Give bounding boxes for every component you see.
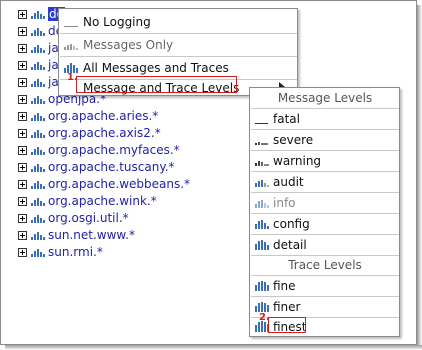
menu-item-all-messages-traces[interactable]: All Messages and Traces (60, 57, 297, 78)
log-level-icon (30, 93, 46, 105)
expand-icon[interactable] (18, 179, 27, 189)
expand-icon[interactable] (18, 26, 27, 36)
tree-row[interactable]: org.apache.axis2.* (18, 125, 161, 141)
highlight-box-1 (76, 76, 237, 93)
tree-row[interactable]: ja (18, 74, 59, 90)
menu-item-label: Messages Only (83, 37, 174, 52)
level-item-severe[interactable]: severe (251, 130, 399, 150)
frame-shadow-bottom (5, 345, 422, 350)
level-label: detail (273, 238, 307, 252)
log-level-icon (30, 59, 46, 71)
tree-row[interactable]: org.apache.webbeans.* (18, 176, 190, 192)
log-level-icon (30, 246, 46, 258)
info-level-icon (254, 197, 270, 209)
warning-level-icon (254, 155, 270, 167)
menu-item-label: All Messages and Traces (83, 60, 229, 75)
expand-icon[interactable] (18, 94, 27, 104)
expand-icon[interactable] (18, 111, 27, 121)
highlight-box-2 (268, 317, 306, 333)
tree-row[interactable]: ja (18, 57, 59, 73)
tree-row[interactable]: org.osgi.util.* (18, 210, 129, 226)
expand-icon[interactable] (18, 247, 27, 257)
fatal-level-icon (254, 113, 270, 125)
tree-row[interactable]: org.apache.aries.* (18, 108, 158, 124)
log-level-icon (30, 144, 46, 156)
level-item-finer[interactable]: finer (251, 297, 399, 317)
tree-item-label[interactable]: sun.net.www.* (48, 228, 135, 242)
level-label: severe (273, 133, 314, 147)
level-label: fine (273, 279, 296, 293)
tree-item-label[interactable]: org.apache.wink.* (48, 194, 157, 208)
log-level-icon (30, 127, 46, 139)
expand-icon[interactable] (18, 128, 27, 138)
log-level-icon (30, 8, 46, 20)
level-item-warning[interactable]: warning (251, 151, 399, 171)
log-level-icon (30, 229, 46, 241)
menu-item-no-logging[interactable]: No Logging (60, 11, 297, 32)
expand-icon[interactable] (18, 162, 27, 172)
message-levels-header: Message Levels (277, 91, 373, 105)
expand-icon[interactable] (18, 213, 27, 223)
messages-only-icon (63, 39, 79, 51)
log-level-icon (30, 76, 46, 88)
level-label: fatal (273, 112, 300, 126)
tree-row[interactable]: org.apache.wink.* (18, 193, 157, 209)
expand-icon[interactable] (18, 77, 27, 87)
level-item-detail[interactable]: detail (251, 235, 399, 255)
expand-icon[interactable] (18, 145, 27, 155)
menu-item-messages-only[interactable]: Messages Only (60, 34, 297, 55)
level-item-config[interactable]: config (251, 214, 399, 234)
tree-row[interactable]: org.apache.myfaces.* (18, 142, 180, 158)
level-item-info[interactable]: info (251, 193, 399, 213)
tree-item-label[interactable]: org.apache.aries.* (48, 109, 158, 123)
menu-item-label: No Logging (83, 14, 151, 29)
no-logging-icon (63, 16, 79, 28)
tree-row[interactable]: ja (18, 40, 59, 56)
frame-shadow-right (417, 5, 422, 350)
level-item-fine[interactable]: fine (251, 276, 399, 296)
tree-row[interactable]: sun.rmi.* (18, 244, 103, 260)
audit-level-icon (254, 176, 270, 188)
level-label: audit (273, 175, 304, 189)
expand-icon[interactable] (18, 60, 27, 70)
tree-row[interactable]: org.apache.tuscany.* (18, 159, 175, 175)
trace-levels-header: Trace Levels (288, 258, 362, 272)
expand-icon[interactable] (18, 43, 27, 53)
level-item-fatal[interactable]: fatal (251, 109, 399, 129)
expand-icon[interactable] (18, 230, 27, 240)
level-item-audit[interactable]: audit (251, 172, 399, 192)
level-label: warning (273, 154, 322, 168)
log-level-icon (30, 25, 46, 37)
tree-row[interactable]: sun.net.www.* (18, 227, 135, 243)
expand-icon[interactable] (18, 9, 27, 19)
levels-submenu: Message Levels fatal severe warning audi… (249, 87, 400, 337)
log-level-icon (30, 161, 46, 173)
log-level-icon (30, 110, 46, 122)
level-label: info (273, 196, 296, 210)
log-level-icon (30, 42, 46, 54)
tree-row[interactable]: de (18, 23, 63, 39)
tree-item-label[interactable]: org.osgi.util.* (48, 211, 129, 225)
level-label: config (273, 217, 310, 231)
tree-item-label[interactable]: org.apache.axis2.* (48, 126, 161, 140)
severe-level-icon (254, 134, 270, 146)
tree-item-label[interactable]: org.apache.tuscany.* (48, 160, 175, 174)
level-label: finer (273, 300, 301, 314)
tree-item-label[interactable]: org.apache.myfaces.* (48, 143, 180, 157)
log-level-icon (30, 195, 46, 207)
config-level-icon (254, 218, 270, 230)
tree-item-label[interactable]: org.apache.webbeans.* (48, 177, 190, 191)
log-level-icon (30, 178, 46, 190)
fine-level-icon (254, 280, 270, 292)
detail-level-icon (254, 239, 270, 251)
log-level-icon (30, 212, 46, 224)
tree-item-label[interactable]: sun.rmi.* (48, 245, 103, 259)
expand-icon[interactable] (18, 196, 27, 206)
